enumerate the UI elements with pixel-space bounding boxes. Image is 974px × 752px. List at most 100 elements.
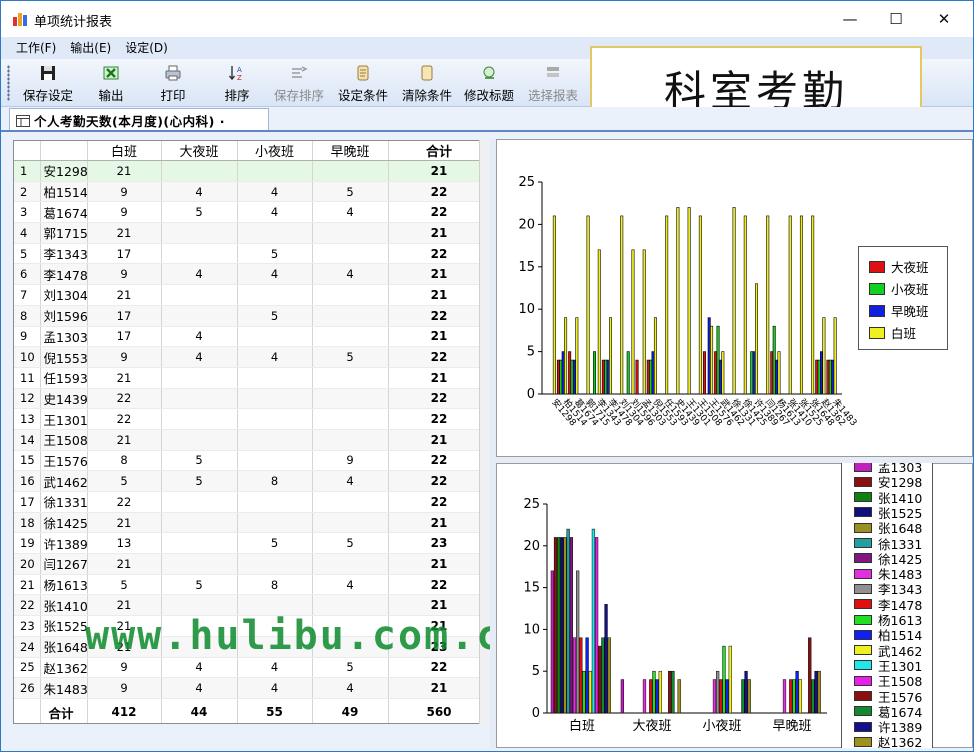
night-shift-cell[interactable]: [161, 284, 238, 306]
set-condition-button[interactable]: 设定条件: [333, 61, 393, 105]
employee-name[interactable]: 葛1674: [40, 201, 88, 224]
employee-name[interactable]: 张1410: [40, 594, 88, 617]
table-row[interactable]: 4 郭1715 21 21: [14, 222, 486, 244]
evening-shift-cell[interactable]: [237, 615, 313, 637]
night-shift-cell[interactable]: 4: [161, 657, 238, 679]
day-shift-cell[interactable]: 17: [87, 326, 162, 348]
table-row[interactable]: 7 刘1304 21 21: [14, 284, 486, 306]
table-row[interactable]: 20 闫1267 21 21: [14, 553, 486, 575]
day-shift-cell[interactable]: 21: [87, 367, 162, 389]
early-late-shift-cell[interactable]: [312, 388, 389, 410]
night-shift-cell[interactable]: 4: [161, 677, 238, 699]
total-cell[interactable]: 21: [388, 284, 486, 306]
early-late-shift-cell[interactable]: 4: [312, 201, 389, 224]
day-shift-cell[interactable]: 8: [87, 450, 162, 472]
row-index[interactable]: 24: [14, 636, 41, 658]
employee-name[interactable]: 李1478: [40, 263, 88, 286]
total-cell[interactable]: 21: [388, 222, 486, 244]
early-late-shift-cell[interactable]: [312, 512, 389, 534]
day-shift-cell[interactable]: 9: [87, 201, 162, 224]
sort-button[interactable]: A Z 排序: [215, 61, 259, 105]
day-shift-cell[interactable]: 9: [87, 657, 162, 679]
employee-name[interactable]: 武1462: [40, 470, 88, 492]
select-report-button[interactable]: 选择报表: [523, 61, 583, 105]
night-shift-cell[interactable]: 4: [161, 346, 238, 368]
night-shift-cell[interactable]: [161, 594, 238, 617]
early-late-shift-cell[interactable]: [312, 636, 389, 658]
total-cell[interactable]: 22: [388, 181, 486, 203]
evening-shift-cell[interactable]: 5: [237, 305, 313, 327]
evening-shift-cell[interactable]: 4: [237, 657, 313, 679]
employee-name[interactable]: 闫1267: [40, 553, 88, 575]
total-cell[interactable]: 22: [388, 574, 486, 596]
employee-name[interactable]: 赵1362: [40, 657, 88, 679]
day-shift-cell[interactable]: 9: [87, 181, 162, 203]
total-cell[interactable]: 21: [388, 512, 486, 534]
header-total[interactable]: 合计: [388, 141, 486, 161]
total-cell[interactable]: 21: [388, 160, 486, 182]
evening-shift-cell[interactable]: 5: [237, 532, 313, 555]
menu-work[interactable]: 工作(F): [9, 38, 63, 58]
table-row[interactable]: 3 葛1674 9 5 4 4 22: [14, 201, 486, 224]
header-evening-shift[interactable]: 小夜班: [237, 141, 313, 161]
table-row[interactable]: 12 史1439 22 22: [14, 388, 486, 410]
evening-shift-cell[interactable]: [237, 512, 313, 534]
total-cell[interactable]: 22: [388, 346, 486, 368]
table-row[interactable]: 19 许1389 13 5 5 23: [14, 532, 486, 555]
early-late-shift-cell[interactable]: [312, 429, 389, 451]
export-button[interactable]: 输出: [87, 61, 135, 105]
total-cell[interactable]: 21: [388, 553, 486, 575]
employee-name[interactable]: 王1508: [40, 429, 88, 451]
day-shift-cell[interactable]: 13: [87, 532, 162, 555]
total-cell[interactable]: 21: [388, 367, 486, 389]
early-late-shift-cell[interactable]: 5: [312, 532, 389, 555]
early-late-shift-cell[interactable]: [312, 222, 389, 244]
row-index[interactable]: 4: [14, 222, 41, 244]
day-shift-cell[interactable]: 21: [87, 512, 162, 534]
day-shift-cell[interactable]: 17: [87, 305, 162, 327]
row-index[interactable]: 23: [14, 615, 41, 637]
row-index[interactable]: 13: [14, 408, 41, 430]
early-late-shift-cell[interactable]: [312, 615, 389, 637]
evening-shift-cell[interactable]: [237, 450, 313, 472]
early-late-shift-cell[interactable]: 4: [312, 677, 389, 699]
early-late-shift-cell[interactable]: 5: [312, 657, 389, 679]
row-index[interactable]: 26: [14, 677, 41, 699]
early-late-shift-cell[interactable]: 4: [312, 574, 389, 596]
early-late-shift-cell[interactable]: [312, 491, 389, 513]
employee-name[interactable]: 安1298: [40, 160, 88, 182]
total-cell[interactable]: 22: [388, 408, 486, 430]
early-late-shift-cell[interactable]: 5: [312, 181, 389, 203]
table-row[interactable]: 2 柏1514 9 4 4 5 22: [14, 181, 486, 203]
employee-name[interactable]: 张1648: [40, 636, 88, 658]
early-late-shift-cell[interactable]: [312, 160, 389, 182]
day-shift-cell[interactable]: 21: [87, 429, 162, 451]
employee-name[interactable]: 柏1514: [40, 181, 88, 203]
save-settings-button[interactable]: 保存设定: [19, 61, 77, 105]
evening-shift-cell[interactable]: [237, 160, 313, 182]
night-shift-cell[interactable]: [161, 532, 238, 555]
minimize-button[interactable]: —: [827, 1, 873, 37]
table-row[interactable]: 9 孟1303 17 4 21: [14, 326, 486, 348]
total-cell[interactable]: 22: [388, 388, 486, 410]
header-early-late-shift[interactable]: 早晚班: [312, 141, 389, 161]
employee-name[interactable]: 徐1331: [40, 491, 88, 513]
row-index[interactable]: 19: [14, 532, 41, 555]
employee-name[interactable]: 许1389: [40, 532, 88, 555]
menu-output[interactable]: 输出(E): [63, 38, 118, 58]
evening-shift-cell[interactable]: [237, 388, 313, 410]
row-index[interactable]: 18: [14, 512, 41, 534]
table-row[interactable]: 18 徐1425 21 21: [14, 512, 486, 534]
total-cell[interactable]: 21: [388, 677, 486, 699]
total-cell[interactable]: 23: [388, 532, 486, 555]
total-cell[interactable]: 21: [388, 326, 486, 348]
grid-scroll-gutter[interactable]: [479, 140, 488, 724]
row-index[interactable]: 1: [14, 160, 41, 182]
evening-shift-cell[interactable]: [237, 284, 313, 306]
table-row[interactable]: 5 李1343 17 5 22: [14, 243, 486, 265]
employee-name[interactable]: 徐1425: [40, 512, 88, 534]
night-shift-cell[interactable]: [161, 429, 238, 451]
employee-name[interactable]: 倪1553: [40, 346, 88, 368]
table-row[interactable]: 22 张1410 21 21: [14, 594, 486, 617]
row-index[interactable]: 6: [14, 263, 41, 286]
